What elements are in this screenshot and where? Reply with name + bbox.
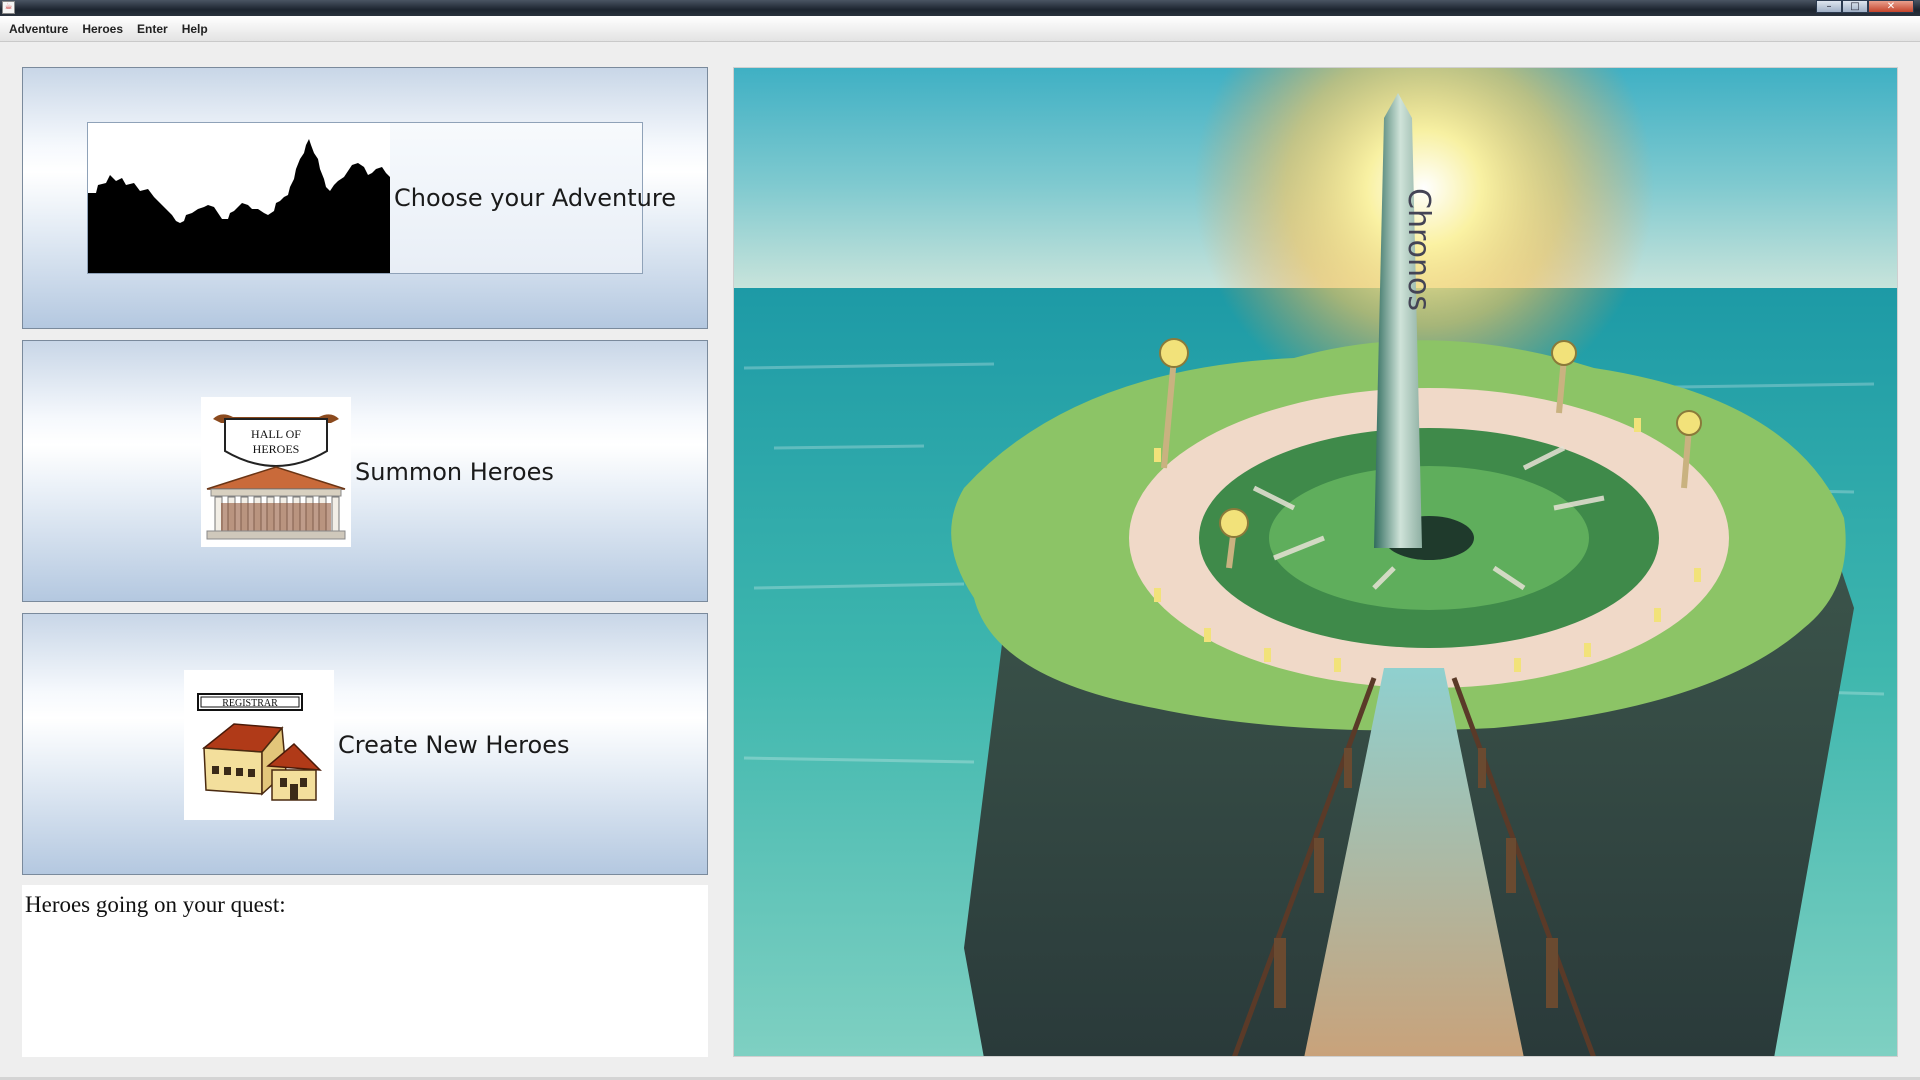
java-app-icon: ☕	[2, 1, 15, 14]
hall-of-heroes-icon: HALL OF HEROES	[201, 397, 351, 547]
registrar-building-icon: REGISTRAR	[184, 670, 334, 820]
quest-heroes-panel: Heroes going on your quest:	[22, 885, 708, 1057]
chronos-island-illustration: Chronos	[733, 67, 1898, 1057]
choose-adventure-label: Choose your Adventure	[394, 184, 676, 212]
summon-heroes-label: Summon Heroes	[355, 458, 554, 486]
menu-help[interactable]: Help	[175, 16, 215, 42]
hall-of-heroes-icon-line1: HALL OF	[251, 427, 301, 441]
choose-adventure-button-content[interactable]: Choose your Adventure	[87, 122, 676, 274]
maximize-button[interactable]: □	[1842, 0, 1868, 13]
menu-heroes[interactable]: Heroes	[75, 16, 130, 42]
summon-heroes-button-content[interactable]: HALL OF HEROES Summon Heroes	[201, 396, 554, 548]
window-title-bar[interactable]: ☕ – □ ✕	[0, 0, 1920, 16]
chronos-island-art: Chronos	[734, 68, 1897, 1056]
city-skyline-silhouette-icon	[88, 123, 390, 273]
hall-of-heroes-icon-line2: HEROES	[253, 442, 300, 456]
close-button[interactable]: ✕	[1868, 0, 1914, 13]
menu-adventure[interactable]: Adventure	[2, 16, 75, 42]
window-controls: – □ ✕	[1816, 0, 1914, 14]
registrar-icon-text: REGISTRAR	[222, 698, 278, 709]
menu-enter[interactable]: Enter	[130, 16, 175, 42]
minimize-button[interactable]: –	[1816, 0, 1842, 13]
menu-bar: Adventure Heroes Enter Help	[0, 16, 1920, 42]
choose-adventure-button[interactable]: Choose your Adventure	[22, 67, 708, 329]
create-new-heroes-label: Create New Heroes	[338, 731, 570, 759]
obelisk-text: Chronos	[1401, 188, 1436, 311]
create-new-heroes-button[interactable]: REGISTRAR Create New Heroes	[22, 613, 708, 875]
quest-heroes-label: Heroes going on your quest:	[25, 892, 286, 917]
create-new-heroes-button-content[interactable]: REGISTRAR Create New Heroes	[184, 669, 569, 821]
summon-heroes-button[interactable]: HALL OF HEROES Summon Heroes	[22, 340, 708, 602]
